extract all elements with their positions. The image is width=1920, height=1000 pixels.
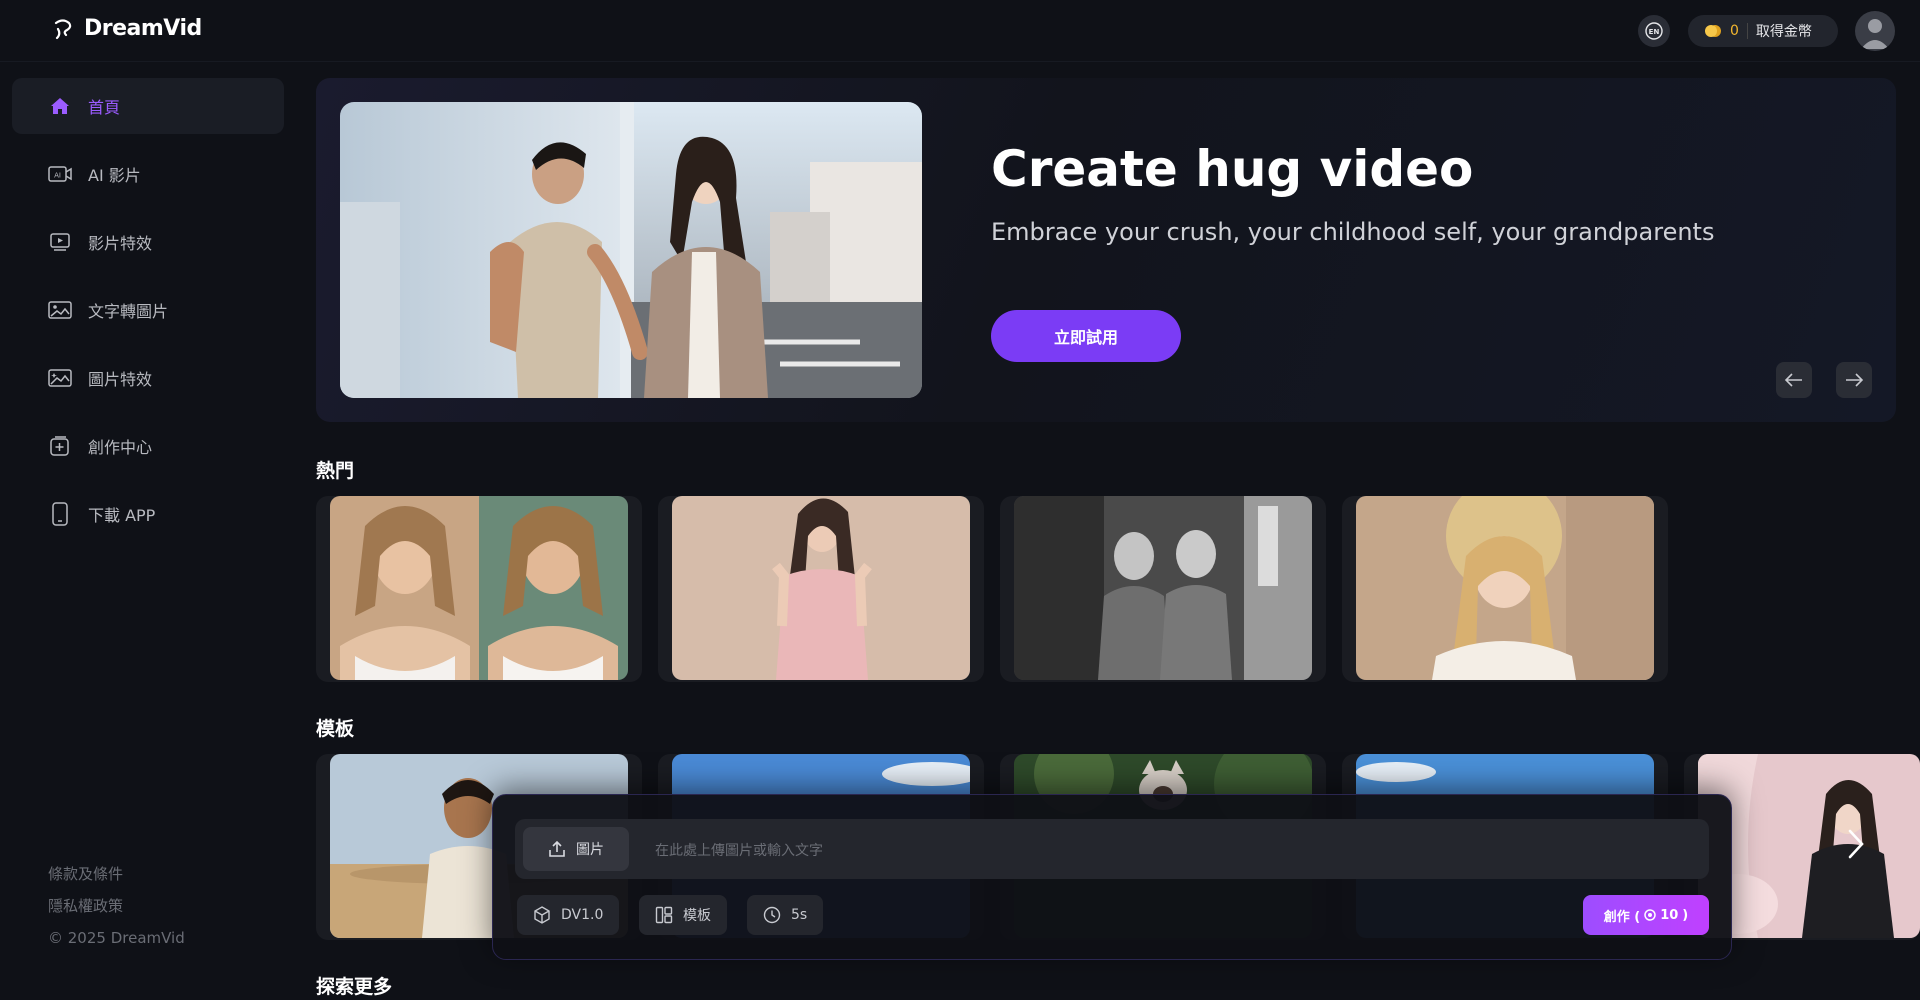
carousel-next-button[interactable] [1836, 362, 1872, 398]
svg-text:AI: AI [54, 172, 61, 180]
popular-card[interactable] [1000, 496, 1326, 682]
arrow-right-icon [1846, 373, 1864, 387]
arrow-left-icon [1784, 373, 1802, 387]
ai-video-icon: AI [48, 162, 72, 186]
hero-image [340, 102, 922, 398]
text-to-image-icon [48, 298, 72, 322]
cube-icon [534, 906, 550, 924]
mobile-app-icon [48, 502, 72, 526]
upload-image-button[interactable]: 圖片 [523, 827, 629, 871]
language-label: EN [1649, 28, 1660, 36]
popular-card[interactable] [316, 496, 642, 682]
duration-label: 5s [791, 907, 808, 923]
creation-center-icon [48, 434, 72, 458]
logo[interactable]: DreamVid [52, 16, 202, 41]
sidebar-footer: 條款及條件 隱私權政策 © 2025 DreamVid [48, 858, 185, 954]
image-effects-icon [48, 366, 72, 390]
section-title-popular: 熱門 [316, 460, 355, 482]
sidebar: 首頁 AI AI 影片 影片特效 文字轉圖片 圖片特效 創作中心 下載 APP [0, 62, 298, 1000]
create-cost: 10 [1660, 907, 1679, 923]
prompt-composer: 圖片 在此處上傳圖片或輸入文字 DV1.0 模板 5s 創作 ( 10 ) [492, 794, 1732, 960]
carousel-prev-button[interactable] [1776, 362, 1812, 398]
logo-icon [54, 18, 72, 39]
get-coins-label: 取得金幣 [1755, 24, 1812, 40]
sidebar-item-video-effects[interactable]: 影片特效 [12, 214, 284, 270]
hero-subtitle: Embrace your crush, your childhood self,… [991, 218, 1715, 246]
popular-card[interactable] [1342, 496, 1668, 682]
popular-card[interactable] [658, 496, 984, 682]
language-button[interactable]: EN [1638, 15, 1670, 47]
sidebar-item-label: 首頁 [88, 98, 121, 117]
chevron-right-icon [1848, 829, 1864, 859]
hero-banner: Create hug video Embrace your crush, you… [316, 78, 1896, 422]
sidebar-item-label: AI 影片 [88, 166, 141, 185]
create-close: ) [1682, 907, 1689, 923]
user-avatar-icon [1861, 19, 1889, 49]
sidebar-item-image-effects[interactable]: 圖片特效 [12, 350, 284, 406]
template-selector[interactable]: 模板 [639, 895, 727, 935]
sidebar-item-creation-center[interactable]: 創作中心 [12, 418, 284, 474]
template-icon [655, 906, 673, 924]
sidebar-item-download-app[interactable]: 下載 APP [12, 486, 284, 542]
sidebar-item-text-to-image[interactable]: 文字轉圖片 [12, 282, 284, 338]
language-icon: EN [1645, 22, 1663, 40]
top-header: DreamVid EN 0 取得金幣 [0, 0, 1920, 62]
sidebar-item-label: 影片特效 [88, 234, 153, 253]
sidebar-item-label: 下載 APP [88, 506, 156, 525]
try-now-button[interactable]: 立即試用 [991, 310, 1181, 362]
sidebar-item-label: 創作中心 [88, 438, 153, 457]
prompt-input-area[interactable]: 圖片 在此處上傳圖片或輸入文字 [515, 819, 1709, 879]
card-image [1356, 496, 1654, 680]
brand-name: DreamVid [84, 16, 202, 41]
upload-icon [549, 840, 565, 857]
home-icon [48, 94, 72, 118]
get-coins-button[interactable]: 0 取得金幣 [1688, 15, 1838, 47]
sidebar-item-ai-video[interactable]: AI AI 影片 [12, 146, 284, 202]
card-image [1014, 496, 1312, 680]
create-button[interactable]: 創作 ( 10 ) [1583, 895, 1709, 935]
section-title-templates: 模板 [316, 718, 355, 740]
section-title-explore: 探索更多 [316, 976, 393, 998]
model-selector[interactable]: DV1.0 [517, 895, 620, 935]
user-avatar[interactable] [1855, 11, 1895, 51]
divider [1746, 23, 1748, 39]
card-image [330, 496, 628, 680]
card-image [672, 496, 970, 680]
upload-label: 圖片 [576, 842, 604, 858]
video-effects-icon [48, 230, 72, 254]
privacy-link[interactable]: 隱私權政策 [48, 890, 185, 922]
sidebar-item-home[interactable]: 首頁 [12, 78, 284, 134]
coin-count: 0 [1730, 23, 1739, 39]
terms-link[interactable]: 條款及條件 [48, 858, 185, 890]
prompt-placeholder[interactable]: 在此處上傳圖片或輸入文字 [655, 840, 823, 860]
model-label: DV1.0 [561, 907, 604, 923]
coin-icon [1644, 909, 1656, 921]
sidebar-item-label: 圖片特效 [88, 370, 153, 389]
hero-title: Create hug video [991, 140, 1474, 198]
templates-next-button[interactable] [1840, 828, 1872, 860]
duration-selector[interactable]: 5s [747, 895, 824, 935]
copyright: © 2025 DreamVid [48, 929, 185, 947]
sidebar-item-label: 文字轉圖片 [88, 302, 169, 321]
template-label: 模板 [683, 908, 711, 924]
coin-icon [1705, 25, 1721, 37]
create-label: 創作 ( [1603, 909, 1641, 925]
clock-icon [763, 906, 781, 924]
